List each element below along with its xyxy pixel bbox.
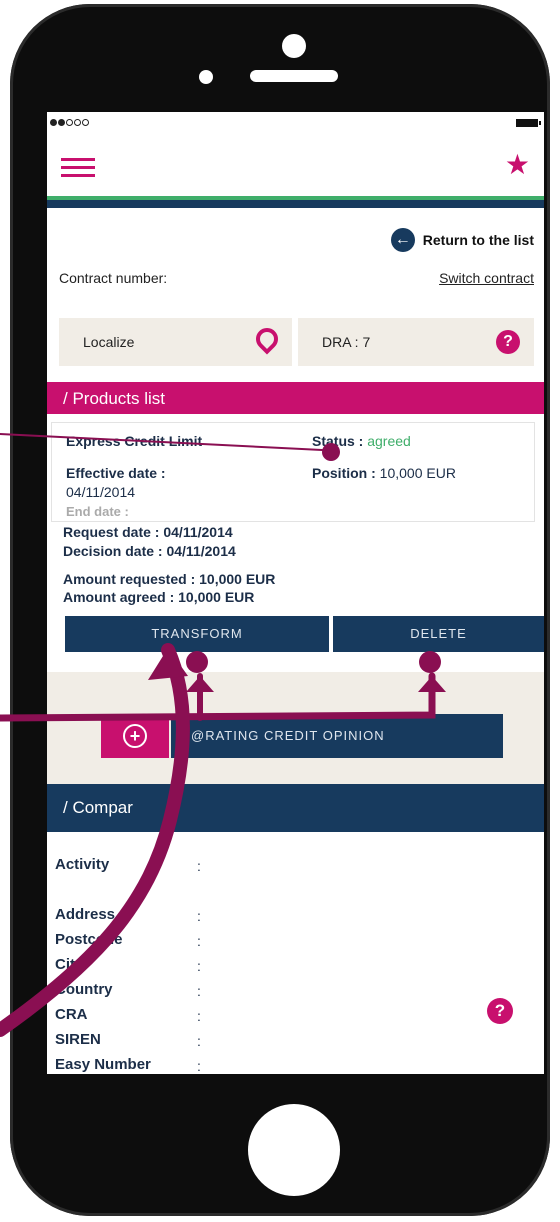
hamburger-icon[interactable] bbox=[61, 158, 95, 178]
top-bar: ★ bbox=[47, 136, 544, 196]
company-field-colon: : bbox=[197, 858, 201, 874]
plus-circle-icon: + bbox=[123, 724, 147, 748]
switch-contract-link[interactable]: Switch contract bbox=[439, 270, 534, 286]
amount-requested: Amount requested : 10,000 EUR bbox=[63, 571, 275, 587]
amount-agreed-value: 10,000 EUR bbox=[178, 589, 255, 605]
amount-agreed: Amount agreed : 10,000 EUR bbox=[63, 589, 254, 605]
company-help-icon[interactable]: ? bbox=[487, 998, 513, 1024]
company-field-label: CRA bbox=[55, 1006, 88, 1023]
position-label: Position : bbox=[312, 465, 380, 481]
dra-box: DRA : 7 ? bbox=[298, 318, 534, 366]
decision-date-label: Decision date : bbox=[63, 543, 167, 559]
rating-credit-opinion-button[interactable]: @RATING CREDIT OPINION bbox=[171, 714, 503, 758]
company-field-label: Activity bbox=[55, 856, 110, 873]
star-icon[interactable]: ★ bbox=[505, 150, 530, 180]
amount-requested-label: Amount requested : bbox=[63, 571, 200, 587]
phone-frame: ★ ← Return to the list Contract number: … bbox=[10, 4, 550, 1216]
map-pin-icon bbox=[251, 323, 283, 355]
company-field-colon: : bbox=[197, 908, 201, 924]
effective-date-value: 04/11/2014 bbox=[66, 484, 136, 500]
transform-button[interactable]: TRANSFORM bbox=[65, 616, 329, 652]
company-field-colon: : bbox=[197, 1033, 201, 1049]
status-line: Status : agreed bbox=[312, 433, 411, 449]
app-screen: ★ ← Return to the list Contract number: … bbox=[47, 112, 544, 1074]
battery-icon bbox=[516, 119, 541, 127]
request-date-value: 04/11/2014 bbox=[163, 524, 233, 540]
company-field-label: Postcode bbox=[55, 931, 123, 948]
company-field-label: Country bbox=[55, 981, 113, 998]
help-icon[interactable]: ? bbox=[496, 330, 520, 354]
header-stripe-navy bbox=[47, 200, 544, 208]
speaker-icon bbox=[250, 70, 338, 82]
company-field-colon: : bbox=[197, 958, 201, 974]
request-date: Request date : 04/11/2014 bbox=[63, 524, 233, 540]
decision-date: Decision date : 04/11/2014 bbox=[63, 543, 236, 559]
amount-agreed-label: Amount agreed : bbox=[63, 589, 179, 605]
company-field-label: Address bbox=[55, 906, 116, 923]
position-line: Position : 10,000 EUR bbox=[312, 465, 456, 481]
position-value: 10,000 EUR bbox=[379, 465, 456, 481]
products-list-header: / Products list bbox=[47, 382, 544, 414]
home-button[interactable] bbox=[248, 1104, 340, 1196]
dra-label: DRA : 7 bbox=[322, 334, 371, 350]
request-date-label: Request date : bbox=[63, 524, 164, 540]
add-rating-button[interactable]: + bbox=[101, 714, 169, 758]
company-field-colon: : bbox=[197, 983, 201, 999]
company-field-label: City bbox=[55, 956, 84, 973]
return-arrow-icon: ← bbox=[390, 228, 415, 252]
product-card[interactable]: Express Credit Limit Status : agreed Eff… bbox=[51, 422, 535, 522]
return-label: Return to the list bbox=[422, 232, 534, 248]
delete-button[interactable]: DELETE bbox=[333, 616, 544, 652]
amount-requested-value: 10,000 EUR bbox=[199, 571, 276, 587]
company-field-label: Easy Number bbox=[55, 1056, 151, 1073]
company-title: / Compar bbox=[63, 798, 133, 817]
company-field-colon: : bbox=[197, 933, 201, 949]
signal-icon bbox=[50, 119, 89, 126]
product-name: Express Credit Limit bbox=[66, 433, 203, 449]
products-list-title: / Products list bbox=[63, 389, 166, 408]
company-field-colon: : bbox=[197, 1008, 201, 1024]
contract-number-label: Contract number: bbox=[59, 270, 168, 286]
effective-date-label: Effective date : bbox=[66, 465, 166, 481]
status-bar bbox=[47, 112, 544, 136]
decision-date-value: 04/11/2014 bbox=[166, 543, 236, 559]
localize-label: Localize bbox=[83, 334, 135, 350]
camera-icon bbox=[282, 34, 306, 58]
sensor-icon bbox=[199, 70, 213, 84]
company-header: / Compar bbox=[47, 784, 544, 832]
company-field-label: SIREN bbox=[55, 1031, 101, 1048]
end-date-label: End date : bbox=[66, 504, 129, 519]
status-label: Status : bbox=[312, 433, 368, 449]
status-value: agreed bbox=[367, 433, 411, 449]
localize-button[interactable]: Localize bbox=[59, 318, 292, 366]
company-field-colon: : bbox=[197, 1058, 201, 1074]
return-to-list-link[interactable]: ← Return to the list bbox=[390, 228, 534, 252]
